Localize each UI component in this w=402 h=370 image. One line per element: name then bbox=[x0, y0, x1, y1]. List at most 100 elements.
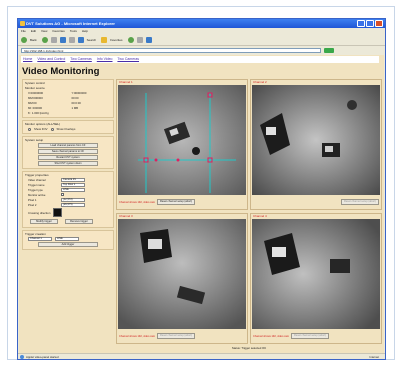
pos-value: MM:00 bbox=[28, 101, 37, 105]
trigger-creation-title: Trigger creation bbox=[25, 232, 46, 236]
favorites-label[interactable]: Favorites bbox=[110, 38, 122, 42]
back-label[interactable]: Back bbox=[30, 38, 37, 42]
restart-system-button[interactable]: Restart DVT system bbox=[38, 155, 98, 160]
window-titlebar: DVT Solutions AG - Microsoft Internet Ex… bbox=[18, 19, 385, 28]
pos-value: MI: 000000 bbox=[28, 106, 42, 110]
prop-label: Monitor active bbox=[28, 193, 46, 197]
prop-label: Trigger name bbox=[28, 183, 45, 187]
trigger-properties-group: Trigger properties Video channel Camera … bbox=[22, 171, 114, 228]
channel-1-panel: Channel 1 Channel shows 192, video cam R… bbox=[116, 79, 248, 210]
type-select[interactable]: LINE bbox=[55, 237, 79, 241]
direction-arrow-icon[interactable] bbox=[53, 208, 63, 217]
show-fov-radio[interactable] bbox=[28, 127, 31, 131]
channel-info: Channel shows 192, video cam bbox=[119, 334, 156, 338]
refresh-icon[interactable] bbox=[59, 36, 66, 43]
nav-two-cameras-2[interactable]: Two Cameras bbox=[117, 57, 139, 61]
status-line: Status: Trigger selected OK bbox=[231, 346, 267, 350]
channel-4-panel: Channel 4 Channel shows 192, video cam R… bbox=[250, 213, 382, 344]
monitor-options-group: Monitor options (ALL/SEL) Show FOV Show … bbox=[22, 120, 114, 134]
media-icon[interactable] bbox=[127, 36, 134, 43]
close-icon[interactable] bbox=[375, 20, 383, 27]
reset-channel-button[interactable]: Reset channel setup (abort) bbox=[157, 199, 196, 205]
page-content: Home Video and Control Two Cameras Info … bbox=[19, 55, 384, 353]
address-bar: http://192.168.1.11/index.html bbox=[18, 47, 385, 54]
address-input[interactable]: http://192.168.1.11/index.html bbox=[21, 48, 321, 53]
reset-channel-button[interactable]: Reset channel setup (abort) bbox=[291, 333, 330, 339]
pos-value: 1 MB bbox=[71, 106, 79, 110]
system-setup-title: System setup bbox=[25, 138, 44, 142]
browser-toolbar: Back Search Favorites bbox=[18, 34, 385, 46]
mail-icon[interactable] bbox=[136, 36, 143, 43]
fps-label: 8 : 1.000 fps/chg bbox=[28, 111, 49, 115]
pos-value: Y:00000000 bbox=[71, 91, 87, 95]
trigger-name-field[interactable]: Top Row 1 bbox=[61, 183, 85, 187]
monitor-source-label: Monitor source bbox=[25, 86, 45, 90]
go-button[interactable] bbox=[324, 48, 334, 53]
channel-3-panel: Channel 3 Channel shows 192, video cam R… bbox=[116, 213, 248, 344]
trigger-properties-title: Trigger properties bbox=[25, 173, 49, 177]
pos-value: 00:00 bbox=[71, 96, 79, 100]
nav-links: Home Video and Control Two Cameras Info … bbox=[21, 56, 379, 63]
minimize-icon[interactable] bbox=[357, 20, 365, 27]
channel-info: Channel shows 192, video cam bbox=[119, 200, 156, 204]
video-channel-field[interactable]: Camera #1 bbox=[61, 178, 85, 182]
pos-value: 00:0:00 bbox=[71, 101, 81, 105]
favorites-icon[interactable] bbox=[101, 36, 108, 43]
browser-statusbar: Applet video-panel started Internet bbox=[18, 353, 385, 359]
trigger-type-field[interactable]: LINE bbox=[61, 188, 85, 192]
reset-channel-button[interactable]: Reset channel setup (abort) bbox=[340, 199, 379, 205]
pixel1-field[interactable]: (12,572) bbox=[61, 198, 85, 202]
reset-channel-button[interactable]: Reset channel setup (abort) bbox=[157, 333, 196, 339]
back-icon[interactable] bbox=[21, 36, 27, 43]
window-title: DVT Solutions AG - Microsoft Internet Ex… bbox=[26, 21, 115, 26]
nav-home[interactable]: Home bbox=[23, 57, 32, 61]
prop-label: Trigger type bbox=[28, 188, 43, 192]
prop-label: Video channel bbox=[28, 178, 46, 182]
channel-3-video[interactable] bbox=[118, 219, 246, 329]
prop-label: Pixel 1 bbox=[28, 198, 37, 202]
pixel2-field[interactable]: (29,575) bbox=[61, 203, 85, 207]
shutdown-system-button[interactable]: Shut DVT system down bbox=[38, 161, 98, 166]
direction-label: Crossing direction bbox=[28, 210, 51, 215]
stop-icon[interactable] bbox=[50, 36, 57, 43]
status-text: Applet video-panel started bbox=[26, 355, 59, 359]
save-params-button[interactable]: Save channel params to CF bbox=[38, 149, 98, 154]
monitor-active-checkbox[interactable] bbox=[61, 193, 64, 196]
pos-value: MM:000000 bbox=[28, 96, 43, 100]
home-icon[interactable] bbox=[68, 36, 75, 43]
browser-window: DVT Solutions AG - Microsoft Internet Ex… bbox=[17, 18, 386, 360]
nav-info-video[interactable]: Info Video bbox=[97, 57, 113, 61]
channel-2-panel: Channel 2 Reset channel setup (abort) bbox=[250, 79, 382, 210]
load-params-button[interactable]: Load channel params from CF bbox=[38, 143, 98, 148]
search-label[interactable]: Search bbox=[87, 38, 97, 42]
forward-icon[interactable] bbox=[41, 36, 48, 43]
show-overlays-label: Show Overlays bbox=[56, 127, 76, 131]
print-icon[interactable] bbox=[145, 36, 152, 43]
channel-select[interactable]: Channel 1 bbox=[28, 237, 52, 241]
page-title: Video Monitoring bbox=[22, 66, 100, 77]
channel-4-video[interactable] bbox=[252, 219, 380, 329]
trigger-creation-group: Trigger creation Channel 1 LINE Add trig… bbox=[22, 230, 114, 250]
nav-two-cameras[interactable]: Two Cameras bbox=[70, 57, 92, 61]
prop-label: Pixel 2 bbox=[28, 203, 37, 207]
nav-video-control[interactable]: Video and Control bbox=[37, 57, 65, 61]
system-control-title: System control bbox=[25, 81, 45, 85]
maximize-icon[interactable] bbox=[366, 20, 374, 27]
add-trigger-button[interactable]: Add trigger bbox=[38, 242, 98, 247]
modify-trigger-button[interactable]: Modify trigger bbox=[30, 219, 58, 224]
channel-info: Channel shows 192, video cam bbox=[253, 334, 290, 338]
camera-grid: Channel 1 Channel shows 192, video cam R… bbox=[116, 79, 382, 351]
globe-icon bbox=[20, 355, 24, 359]
channel-1-video[interactable] bbox=[118, 85, 246, 195]
remove-trigger-button[interactable]: Remove trigger bbox=[65, 219, 93, 224]
zone-label: Internet bbox=[369, 355, 380, 359]
pos-value: X:00000000 bbox=[28, 91, 44, 95]
channel-2-video[interactable] bbox=[252, 85, 380, 195]
monitor-options-title: Monitor options (ALL/SEL) bbox=[25, 122, 61, 126]
show-fov-label: Show FOV bbox=[34, 127, 48, 131]
system-setup-group: System setup Load channel params from CF… bbox=[22, 136, 114, 169]
show-overlays-radio[interactable] bbox=[50, 127, 54, 131]
ie-icon bbox=[20, 21, 25, 26]
search-icon[interactable] bbox=[77, 36, 84, 43]
control-panel: System control Monitor source X:00000000… bbox=[22, 79, 114, 351]
